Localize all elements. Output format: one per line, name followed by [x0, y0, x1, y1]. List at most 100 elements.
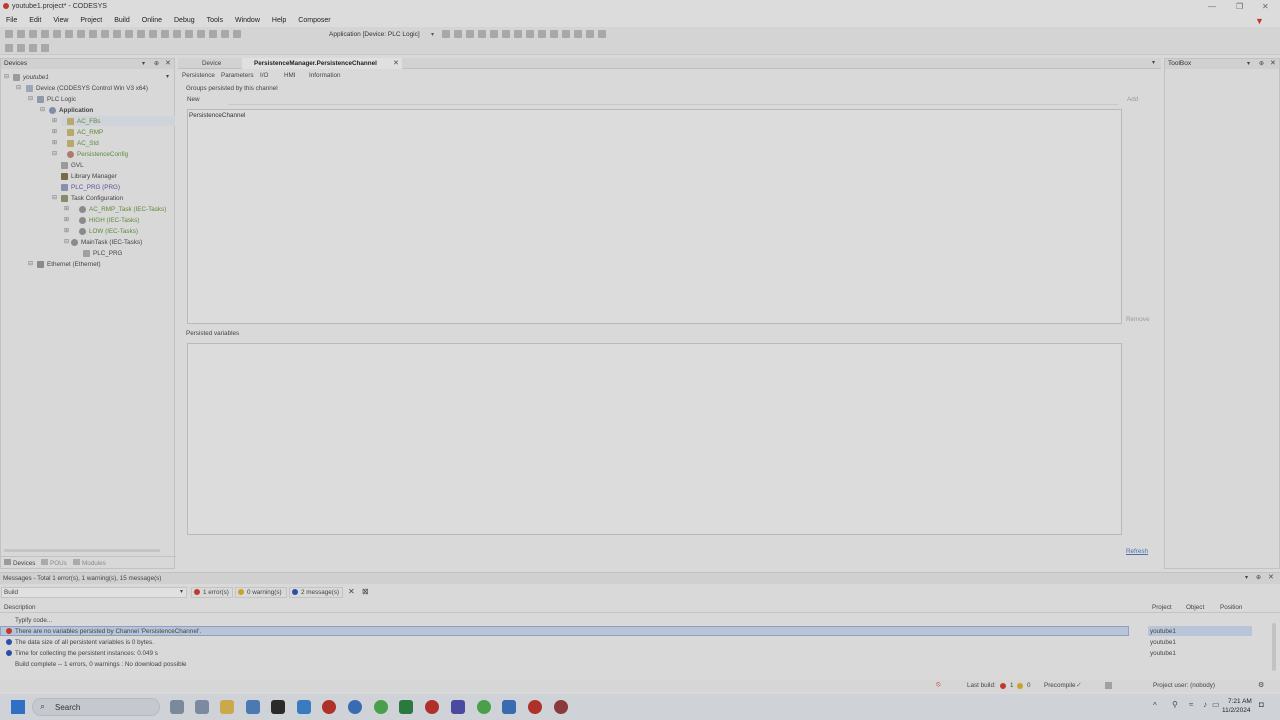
tree-item-device[interactable]: Device (CODESYS Control Win V3 x64) — [26, 84, 148, 93]
tree-item-high-task[interactable]: HIGH (IEC-Tasks) — [79, 216, 139, 225]
tray-chevron-icon[interactable]: ^ — [1153, 701, 1157, 710]
tree-item-persistence-config[interactable]: PersistenceConfig — [67, 150, 128, 159]
close-panel-icon[interactable]: ✕ — [165, 59, 171, 67]
menu-online[interactable]: Online — [136, 14, 168, 27]
menu-build[interactable]: Build — [108, 14, 136, 27]
errors-filter-button[interactable]: 1 error(s) — [191, 587, 233, 598]
tab-modules[interactable]: Modules — [73, 559, 106, 567]
tree-item-ethernet[interactable]: Ethernet (Ethernet) — [37, 260, 101, 269]
settings-icon[interactable] — [598, 30, 606, 38]
file-explorer-icon[interactable] — [220, 700, 234, 714]
codesys-app-icon[interactable] — [322, 700, 336, 714]
open-icon[interactable] — [17, 30, 25, 38]
pin-icon[interactable]: ⊕ — [1256, 574, 1261, 581]
logout-icon[interactable] — [454, 30, 462, 38]
menu-tools[interactable]: Tools — [201, 14, 229, 27]
step-over-icon[interactable] — [514, 30, 522, 38]
restore-icon[interactable]: ❐ — [1236, 2, 1243, 11]
message-row[interactable]: The data size of all persistent variable… — [0, 637, 1280, 648]
tree-item-task-configuration[interactable]: Task Configuration — [61, 194, 123, 203]
tree-item-application[interactable]: Application — [49, 106, 93, 115]
subtab-hmi[interactable]: HMI — [284, 72, 296, 79]
layout-icon[interactable] — [233, 30, 241, 38]
find-icon[interactable] — [125, 30, 133, 38]
groups-list[interactable]: PersistenceChannel — [187, 109, 1122, 324]
windows-start-icon[interactable] — [11, 700, 25, 714]
new-group-field[interactable] — [228, 104, 1118, 105]
wifi-icon[interactable]: ≈ — [1189, 700, 1193, 709]
scan-icon[interactable] — [41, 44, 49, 52]
panel-menu-icon[interactable]: ▾ — [1247, 60, 1250, 67]
redo-icon[interactable] — [65, 30, 73, 38]
add-button[interactable]: Add — [1127, 96, 1138, 103]
run-to-cursor-icon[interactable] — [550, 30, 558, 38]
codesys-app-icon-2[interactable] — [425, 700, 439, 714]
menu-help[interactable]: Help — [266, 14, 292, 27]
menu-composer[interactable]: Composer — [292, 14, 336, 27]
tree-scroll-icon[interactable]: ▾ — [166, 73, 169, 80]
volume-icon[interactable]: ♪ — [1203, 700, 1207, 709]
tree-item-plc-logic[interactable]: PLC Logic — [37, 95, 76, 104]
tab-persistence-channel[interactable]: PersistenceManager.PersistenceChannel — [242, 58, 402, 69]
step-out-icon[interactable] — [538, 30, 546, 38]
stop-icon[interactable] — [478, 30, 486, 38]
undo-icon[interactable] — [53, 30, 61, 38]
excel-icon[interactable] — [399, 700, 413, 714]
horizontal-scrollbar[interactable] — [4, 549, 160, 552]
tree-item-library-manager[interactable]: Library Manager — [61, 172, 117, 181]
location-icon[interactable]: ⚲ — [1172, 700, 1178, 709]
menu-window[interactable]: Window — [229, 14, 266, 27]
menu-view[interactable]: View — [47, 14, 74, 27]
warnings-filter-button[interactable]: 0 warning(s) — [235, 587, 287, 598]
clock-date[interactable]: 11/2/2024 — [1222, 707, 1250, 714]
subtab-information[interactable]: Information — [309, 72, 341, 79]
chrome-icon[interactable] — [374, 700, 388, 714]
column-position[interactable]: Position — [1220, 604, 1242, 611]
start-icon[interactable] — [466, 30, 474, 38]
bookmark-prev-icon[interactable] — [197, 30, 205, 38]
replace-icon[interactable] — [137, 30, 145, 38]
settings-app-icon[interactable] — [195, 700, 209, 714]
terminal-icon[interactable] — [271, 700, 285, 714]
close-window-icon[interactable]: ✕ — [1262, 2, 1269, 11]
close-tab-icon[interactable]: ✕ — [393, 59, 399, 67]
column-object[interactable]: Object — [1186, 604, 1204, 611]
step-into-icon[interactable] — [526, 30, 534, 38]
task-view-icon[interactable] — [170, 700, 184, 714]
rebuild-icon[interactable] — [161, 30, 169, 38]
delete-icon[interactable] — [113, 30, 121, 38]
message-category-select[interactable]: Build ▾ — [1, 587, 187, 598]
subtab-io[interactable]: I/O — [260, 72, 268, 79]
remove-button[interactable]: Remove — [1126, 316, 1149, 323]
build-icon[interactable] — [149, 30, 157, 38]
tree-item-plc-prg-call[interactable]: PLC_PRG — [83, 249, 122, 258]
tree-item-plc-prg[interactable]: PLC_PRG (PRG) — [61, 183, 120, 192]
status-settings-icon[interactable]: ⚙ — [1258, 681, 1264, 689]
tree-item-project[interactable]: youtube1 — [13, 73, 49, 82]
reset-icon[interactable] — [490, 30, 498, 38]
pin-icon[interactable]: ⊕ — [154, 60, 159, 67]
subtab-parameters[interactable]: Parameters — [221, 72, 254, 79]
tree-item-ac-rmp[interactable]: AC_RMP — [67, 128, 103, 137]
close-panel-icon[interactable]: ✕ — [1270, 59, 1276, 67]
taskbar-search-box[interactable]: ⌕ Search — [32, 698, 160, 716]
bookmark-next-icon[interactable] — [185, 30, 193, 38]
message-row[interactable]: Build complete -- 1 errors, 0 warnings :… — [0, 659, 1280, 670]
copy-icon[interactable] — [89, 30, 97, 38]
network-icon[interactable] — [29, 44, 37, 52]
persisted-variables-list[interactable] — [187, 343, 1122, 535]
write-values-icon[interactable] — [562, 30, 570, 38]
notification-icon[interactable]: ▼ — [1255, 16, 1264, 26]
new-icon[interactable] — [5, 30, 13, 38]
teams-icon[interactable] — [451, 700, 465, 714]
notepad-icon[interactable] — [502, 700, 516, 714]
user-management-icon[interactable] — [1105, 682, 1112, 689]
mail-icon[interactable] — [246, 700, 260, 714]
save-icon[interactable] — [29, 30, 37, 38]
filter-clear-icon[interactable]: ⊠ — [362, 587, 369, 596]
application-selector[interactable]: Application [Device: PLC Logic] — [329, 31, 420, 38]
precompile-status[interactable]: Precompile — [1044, 682, 1076, 689]
tab-device[interactable]: Device — [188, 59, 240, 69]
group-item[interactable]: PersistenceChannel — [189, 112, 245, 119]
tree-item-ac-std[interactable]: AC_Std — [67, 139, 99, 148]
